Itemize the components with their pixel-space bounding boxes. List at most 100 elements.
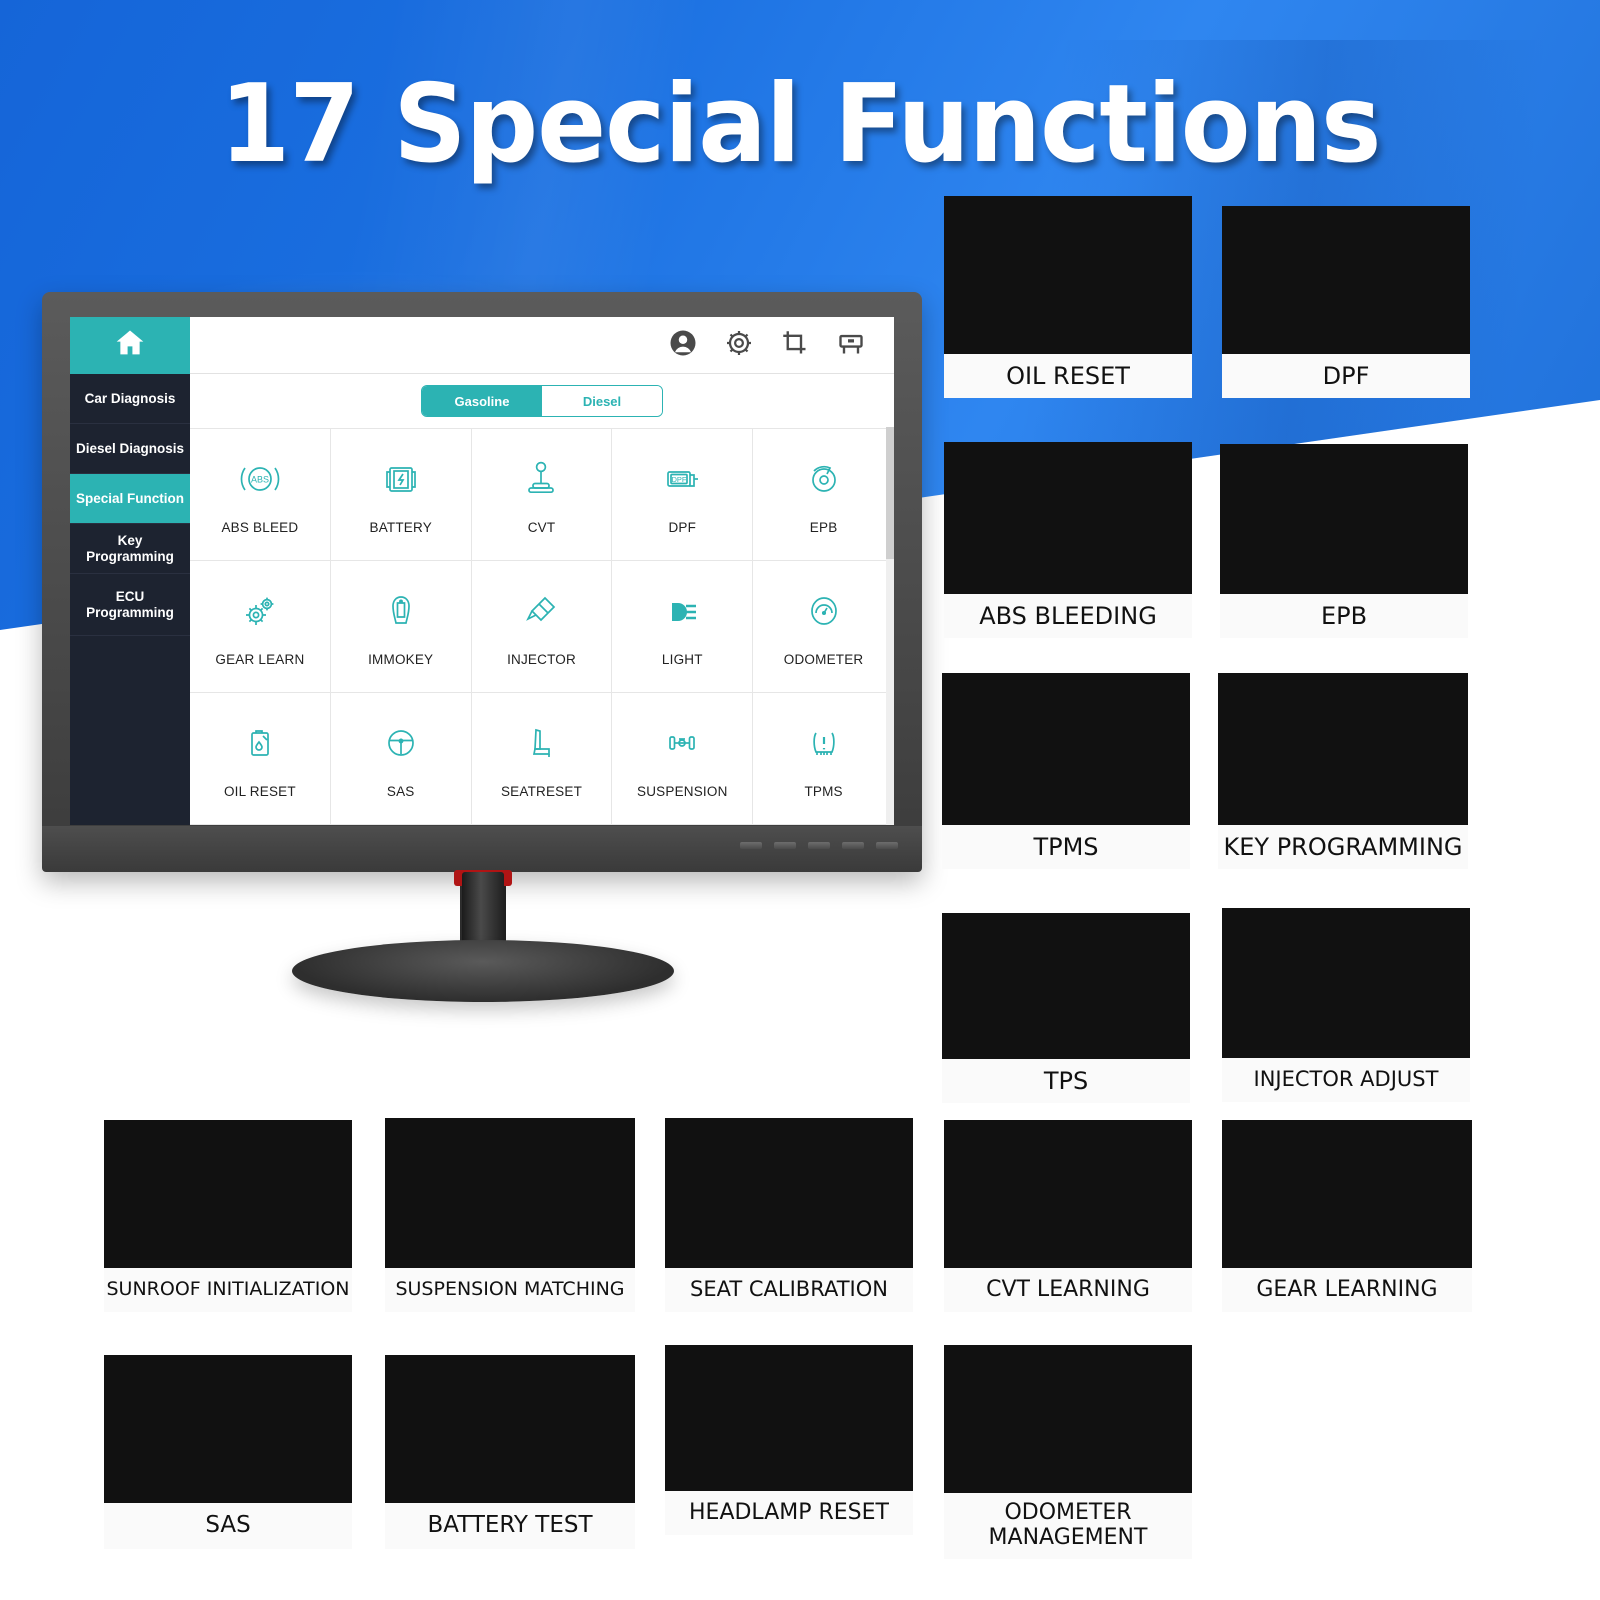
feature-card-gear-learning[interactable]: GEAR LEARNING <box>1222 1120 1472 1312</box>
account-icon[interactable] <box>668 328 698 363</box>
feature-label: HEADLAMP RESET <box>665 1491 913 1535</box>
feature-label: EPB <box>1220 594 1468 638</box>
feature-image <box>1218 673 1468 825</box>
feature-label: SEAT CALIBRATION <box>665 1268 913 1312</box>
headlight-icon <box>658 587 706 640</box>
feature-card-dpf[interactable]: DPF <box>1222 206 1470 398</box>
function-label: ABS BLEED <box>221 519 299 535</box>
app-main: Gasoline Diesel ABS ABS BLEED BATTERY CV… <box>190 317 894 825</box>
feature-image <box>1220 444 1468 594</box>
sidebar-item-special-function[interactable]: Special Function <box>70 474 190 524</box>
function-tile-epb[interactable]: EPB <box>753 429 894 561</box>
feature-card-suspension-matching[interactable]: SUSPENSION MATCHING <box>385 1118 635 1312</box>
feature-label: OIL RESET <box>944 354 1192 398</box>
feature-card-tps[interactable]: TPS <box>942 913 1190 1103</box>
abs-icon: ABS <box>236 455 284 508</box>
monitor-bezel: Car Diagnosis Diesel Diagnosis Special F… <box>42 292 922 872</box>
monitor-screen: Car Diagnosis Diesel Diagnosis Special F… <box>70 317 894 825</box>
function-tile-injector[interactable]: INJECTOR <box>471 561 613 693</box>
feature-label: CVT LEARNING <box>944 1268 1192 1312</box>
sidebar-item-label: ECU Programming <box>86 588 174 620</box>
monitor-base <box>292 940 674 1002</box>
app-toolbar <box>190 317 894 374</box>
fuel-type-segmented-control[interactable]: Gasoline Diesel <box>421 385 663 417</box>
feature-card-odometer-management[interactable]: ODOMETER MANAGEMENT <box>944 1345 1192 1559</box>
function-tile-sas[interactable]: SAS <box>330 693 472 825</box>
feature-card-tpms[interactable]: TPMS <box>942 673 1190 869</box>
function-label: BATTERY <box>369 519 432 535</box>
sidebar-item-key-programming[interactable]: Key Programming <box>70 524 190 574</box>
sidebar-home-button[interactable] <box>70 317 190 374</box>
function-tile-cvt[interactable]: CVT <box>471 429 613 561</box>
page-title: 17 Special Functions <box>219 62 1382 187</box>
function-label: OIL RESET <box>223 783 296 799</box>
sidebar-item-label: Special Function <box>75 490 184 506</box>
function-tile-tpms[interactable]: TPMS <box>753 693 894 825</box>
function-tile-odometer[interactable]: ODOMETER <box>753 561 894 693</box>
feature-label: GEAR LEARNING <box>1222 1268 1472 1312</box>
fuel-type-tab-row: Gasoline Diesel <box>190 374 894 428</box>
feature-image <box>1222 1120 1472 1268</box>
feature-image <box>1222 908 1470 1058</box>
diagnostic-app: Car Diagnosis Diesel Diagnosis Special F… <box>70 317 894 825</box>
feature-card-seat-calibration[interactable]: SEAT CALIBRATION <box>665 1118 913 1312</box>
function-tile-oil-reset[interactable]: OIL RESET <box>190 693 331 825</box>
content-scrollbar[interactable] <box>886 427 894 825</box>
monitor-buttons[interactable] <box>740 842 898 849</box>
feature-image <box>104 1355 352 1503</box>
feature-image <box>385 1355 635 1503</box>
function-tile-light[interactable]: LIGHT <box>612 561 754 693</box>
feature-card-battery-test[interactable]: BATTERY TEST <box>385 1355 635 1549</box>
feature-label: KEY PROGRAMMING <box>1218 825 1468 869</box>
feature-card-cvt-learning[interactable]: CVT LEARNING <box>944 1120 1192 1312</box>
feature-image <box>942 913 1190 1059</box>
feature-image <box>385 1118 635 1268</box>
function-tile-dpf[interactable]: DPF DPF <box>612 429 754 561</box>
function-tile-seatreset[interactable]: SEATRESET <box>471 693 613 825</box>
sidebar-item-ecu-programming[interactable]: ECU Programming <box>70 574 190 636</box>
feature-label: TPMS <box>942 825 1190 869</box>
feature-card-oil-reset[interactable]: OIL RESET <box>944 196 1192 398</box>
gearshift-icon <box>517 455 565 508</box>
function-label: IMMOKEY <box>368 651 434 667</box>
feature-image <box>942 673 1190 825</box>
function-tile-battery[interactable]: BATTERY <box>330 429 472 561</box>
gear-icon[interactable] <box>724 328 754 363</box>
gauge-icon <box>800 587 848 640</box>
immobilizer-key-icon <box>377 587 425 640</box>
function-label: INJECTOR <box>507 651 576 667</box>
feature-card-key-programming[interactable]: KEY PROGRAMMING <box>1218 673 1468 869</box>
function-tile-abs-bleed[interactable]: ABS ABS BLEED <box>190 429 331 561</box>
feature-image <box>944 442 1192 594</box>
feature-image <box>665 1118 913 1268</box>
sidebar-item-diesel-diagnosis[interactable]: Diesel Diagnosis <box>70 424 190 474</box>
feature-image <box>104 1120 352 1268</box>
tire-pressure-icon <box>800 719 848 772</box>
gears-icon <box>236 587 284 640</box>
svg-text:DPF: DPF <box>672 475 687 484</box>
crop-icon[interactable] <box>780 328 810 363</box>
feature-card-headlamp-reset[interactable]: HEADLAMP RESET <box>665 1345 913 1535</box>
sidebar-item-car-diagnosis[interactable]: Car Diagnosis <box>70 374 190 424</box>
function-label: DPF <box>668 519 697 535</box>
feature-card-epb[interactable]: EPB <box>1220 444 1468 638</box>
function-label: TPMS <box>804 783 843 799</box>
function-tile-immokey[interactable]: IMMOKEY <box>330 561 472 693</box>
function-tile-suspension[interactable]: SUSPENSION <box>612 693 754 825</box>
feature-card-sunroof-initialization[interactable]: SUNROOF INITIALIZATION <box>104 1120 352 1312</box>
oil-can-icon <box>236 719 284 772</box>
feature-card-abs-bleeding[interactable]: ABS BLEEDING <box>944 442 1192 638</box>
svg-text:ABS: ABS <box>251 474 269 484</box>
function-label: ODOMETER <box>783 651 864 667</box>
feature-image <box>944 1120 1192 1268</box>
feature-label: DPF <box>1222 354 1470 398</box>
printer-icon[interactable] <box>836 328 866 363</box>
function-tile-gear-learn[interactable]: GEAR LEARN <box>190 561 331 693</box>
feature-label: ODOMETER MANAGEMENT <box>944 1493 1192 1559</box>
tab-gasoline[interactable]: Gasoline <box>422 386 542 416</box>
scrollbar-thumb[interactable] <box>886 427 894 559</box>
feature-card-sas[interactable]: SAS <box>104 1355 352 1549</box>
feature-label: ABS BLEEDING <box>944 594 1192 638</box>
feature-card-injector-adjust[interactable]: INJECTOR ADJUST <box>1222 908 1470 1102</box>
tab-diesel[interactable]: Diesel <box>542 386 662 416</box>
